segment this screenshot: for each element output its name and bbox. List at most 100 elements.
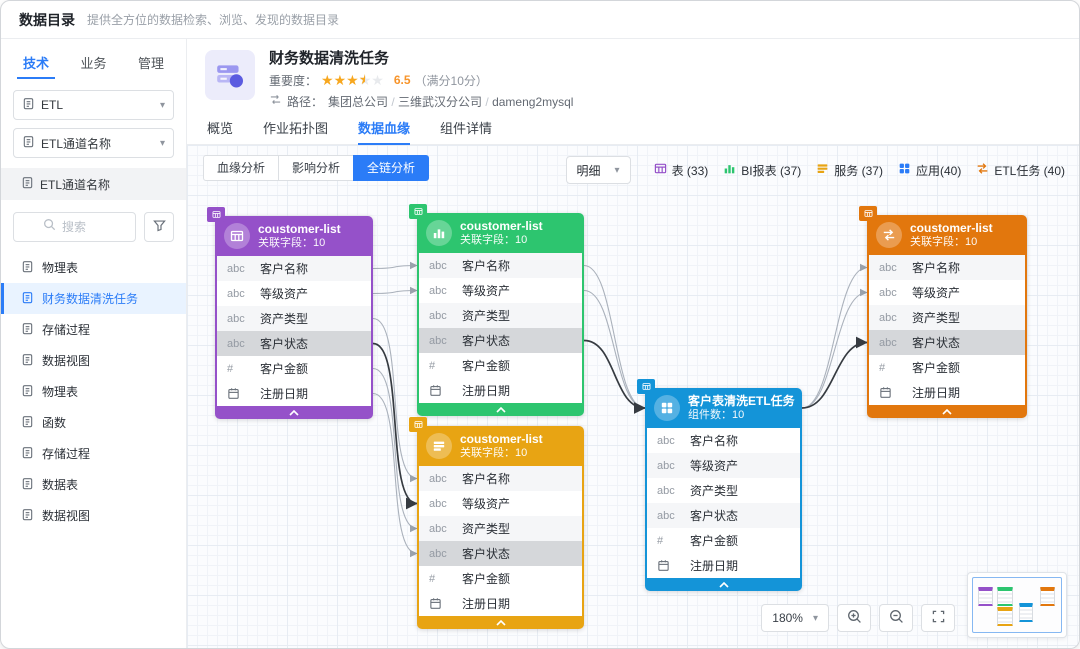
graph-node-src-table[interactable]: coustomer-list 关联字段：10 abc客户名称abc等级资产abc… — [215, 216, 373, 419]
minimap-viewport[interactable] — [972, 577, 1062, 633]
field-row[interactable]: abc客户名称 — [869, 255, 1025, 280]
lineage-canvas[interactable]: coustomer-list 关联字段：10 abc客户名称abc等级资产abc… — [187, 145, 1079, 648]
node-subtitle: 关联字段：10 — [460, 447, 543, 461]
field-row[interactable]: 注册日期 — [647, 553, 800, 578]
search-box[interactable] — [13, 212, 136, 242]
app-header: 数据目录 提供全方位的数据检索、浏览、发现的数据目录 — [1, 1, 1079, 39]
graph-node-target[interactable]: coustomer-list 关联字段：10 abc客户名称abc等级资产abc… — [867, 215, 1027, 418]
lineage-edge — [584, 291, 645, 409]
analysis-button[interactable]: 血缘分析 — [203, 155, 279, 181]
tab-作业拓扑图[interactable]: 作业拓扑图 — [263, 111, 328, 144]
analysis-button[interactable]: 全链分析 — [353, 155, 429, 181]
collapse-button[interactable] — [419, 616, 582, 629]
legend-item[interactable]: 应用(40) — [898, 162, 961, 179]
filter-select[interactable]: ETL▾ — [13, 90, 174, 120]
sidebar-item[interactable]: 存储过程 — [1, 438, 186, 469]
field-row[interactable]: abc等级资产 — [647, 453, 800, 478]
zoom-level-dropdown[interactable]: 180% ▾ — [761, 604, 829, 632]
field-row[interactable]: abc资产类型 — [419, 303, 582, 328]
collapse-button[interactable] — [217, 406, 371, 419]
graph-node-service[interactable]: coustomer-list 关联字段：10 abc客户名称abc等级资产abc… — [417, 426, 584, 629]
node-header[interactable]: coustomer-list 关联字段：10 — [419, 426, 582, 466]
detail-dropdown[interactable]: 明细 ▾ — [566, 156, 631, 184]
collapse-button[interactable] — [647, 578, 800, 591]
doc-icon — [21, 446, 34, 462]
graph-node-etl-app[interactable]: 客户表清洗ETL任务 组件数：10 abc客户名称abc等级资产abc资产类型a… — [645, 388, 802, 591]
field-row[interactable]: 注册日期 — [419, 378, 582, 403]
legend-item[interactable]: 表 (33) — [654, 162, 709, 179]
zoom-out-button[interactable] — [879, 604, 913, 632]
sidebar-item[interactable]: 函数 — [1, 407, 186, 438]
tab-概览[interactable]: 概览 — [207, 111, 233, 144]
field-row[interactable]: abc等级资产 — [419, 491, 582, 516]
field-row[interactable]: abc等级资产 — [217, 281, 371, 306]
field-row[interactable]: abc资产类型 — [647, 478, 800, 503]
sidebar-item[interactable]: 存储过程 — [1, 314, 186, 345]
node-header[interactable]: 客户表清洗ETL任务 组件数：10 — [647, 388, 800, 428]
sidebar-item[interactable]: 物理表 — [1, 376, 186, 407]
field-row[interactable]: #客户金额 — [647, 528, 800, 553]
path-label: 路径： — [287, 93, 323, 110]
legend-item[interactable]: ETL任务 (40) — [976, 162, 1065, 179]
legend-item[interactable]: BI报表 (37) — [723, 162, 801, 179]
field-row[interactable]: 注册日期 — [217, 381, 371, 406]
star-full-icon: ★ — [321, 72, 334, 88]
tab-数据血缘[interactable]: 数据血缘 — [358, 111, 410, 144]
sidebar-item[interactable]: 财务数据清洗任务 — [1, 283, 186, 314]
sidebar-tab[interactable]: 业务 — [78, 49, 108, 76]
field-row[interactable]: abc客户名称 — [217, 256, 371, 281]
sidebar-item[interactable]: 数据视图 — [1, 345, 186, 376]
field-row[interactable]: abc客户状态 — [419, 541, 582, 566]
node-header[interactable]: coustomer-list 关联字段：10 — [419, 213, 582, 253]
field-row[interactable]: #客户金额 — [419, 353, 582, 378]
field-row[interactable]: abc资产类型 — [869, 305, 1025, 330]
filter-button[interactable] — [144, 212, 174, 242]
collapse-button[interactable] — [419, 403, 582, 416]
field-type-label: abc — [879, 337, 903, 349]
legend-row: 明细 ▾ 表 (33) BI报表 (37) 服务 (37) 应用(40) ETL任务 (… — [566, 156, 1065, 184]
zoom-in-button[interactable] — [837, 604, 871, 632]
field-row[interactable]: abc等级资产 — [419, 278, 582, 303]
field-row[interactable]: abc客户状态 — [217, 331, 371, 356]
field-row[interactable]: abc客户名称 — [647, 428, 800, 453]
node-header[interactable]: coustomer-list 关联字段：10 — [869, 215, 1025, 255]
field-row[interactable]: abc资产类型 — [419, 516, 582, 541]
fullscreen-button[interactable] — [921, 604, 955, 632]
search-input[interactable] — [62, 220, 106, 234]
field-row[interactable]: 注册日期 — [419, 591, 582, 616]
lineage-edge — [802, 343, 867, 409]
sidebar-item[interactable]: 数据表 — [1, 469, 186, 500]
filter-select[interactable]: ETL通道名称▾ — [13, 128, 174, 158]
doc-icon — [22, 135, 35, 151]
field-label: 客户金额 — [690, 532, 738, 549]
field-row[interactable]: #客户金额 — [419, 566, 582, 591]
minimap[interactable] — [967, 572, 1067, 638]
zoom-level-value: 180% — [772, 611, 803, 625]
field-row[interactable]: #客户金额 — [217, 356, 371, 381]
sidebar-tab[interactable]: 技术 — [21, 49, 51, 76]
sidebar-item-label: 数据表 — [42, 476, 78, 493]
field-row[interactable]: abc客户状态 — [419, 328, 582, 353]
collapse-button[interactable] — [869, 405, 1025, 418]
minimap-node — [978, 587, 993, 606]
field-type-label: abc — [227, 313, 251, 325]
field-row[interactable]: abc客户状态 — [869, 330, 1025, 355]
field-row[interactable]: #客户金额 — [869, 355, 1025, 380]
node-header[interactable]: coustomer-list 关联字段：10 — [217, 216, 371, 256]
sidebar-item[interactable]: 物理表 — [1, 252, 186, 283]
tab-组件详情[interactable]: 组件详情 — [440, 111, 492, 144]
sidebar-item[interactable]: 数据视图 — [1, 500, 186, 531]
sidebar-item-label: 数据视图 — [42, 352, 90, 369]
field-row[interactable]: abc资产类型 — [217, 306, 371, 331]
field-row[interactable]: abc客户名称 — [419, 253, 582, 278]
sidebar-tab[interactable]: 管理 — [136, 49, 166, 76]
legend-item[interactable]: 服务 (37) — [816, 162, 883, 179]
field-row[interactable]: abc客户状态 — [647, 503, 800, 528]
field-label: 注册日期 — [462, 382, 510, 399]
field-row[interactable]: 注册日期 — [869, 380, 1025, 405]
field-row[interactable]: abc客户名称 — [419, 466, 582, 491]
table-icon — [224, 223, 250, 249]
graph-node-bi-report[interactable]: coustomer-list 关联字段：10 abc客户名称abc等级资产abc… — [417, 213, 584, 416]
analysis-button[interactable]: 影响分析 — [278, 155, 354, 181]
field-row[interactable]: abc等级资产 — [869, 280, 1025, 305]
